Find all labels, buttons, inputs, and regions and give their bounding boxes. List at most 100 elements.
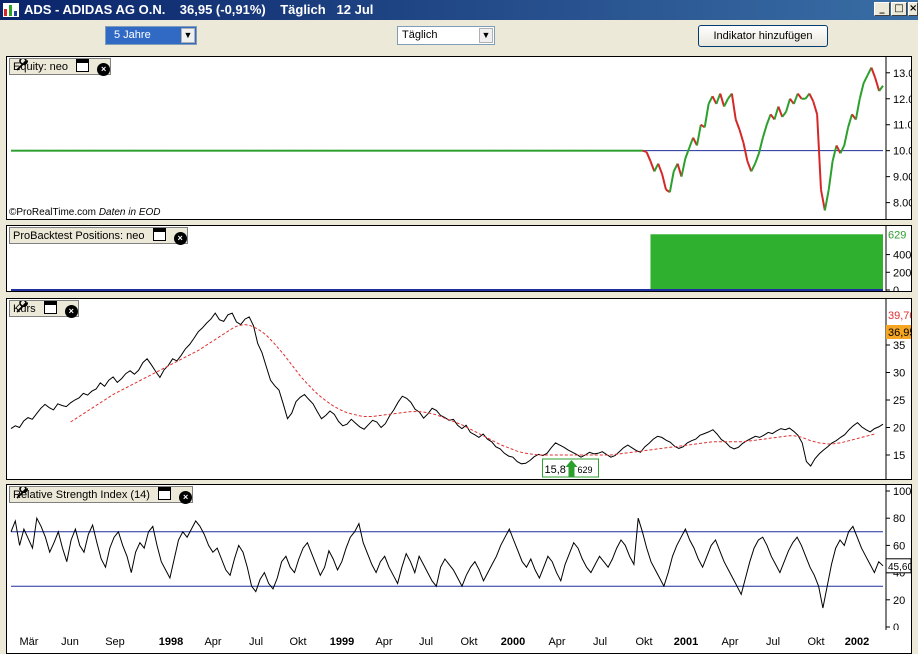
price-panel: 35 30 25 20 15 15,8 629 39,709 36,95 Kurs ×: [6, 298, 912, 480]
y-tick-label: 80: [893, 513, 905, 525]
equity-segment: [657, 163, 664, 175]
equity-segment: [734, 119, 741, 131]
equity-segment: [781, 111, 787, 118]
interval-select[interactable]: Täglich ▼: [397, 26, 495, 45]
equity-segment: [874, 77, 881, 92]
x-axis-label: Jun: [61, 636, 79, 648]
equity-segment: [761, 124, 768, 138]
equity-segment: [827, 160, 834, 190]
equity-segment: [661, 173, 667, 190]
equity-segment: [796, 92, 803, 100]
x-axis-label: Okt: [289, 636, 307, 648]
price-line: [10, 312, 884, 467]
y-tick-label: 0: [893, 285, 899, 291]
chevron-down-icon[interactable]: ▼: [181, 28, 195, 43]
equity-segment: [765, 113, 772, 126]
equity-segment: [703, 103, 710, 128]
moving-average-line: [70, 324, 875, 456]
x-axis-label: Okt: [807, 636, 825, 648]
minimize-button[interactable]: _: [874, 2, 890, 16]
price-chart: 35 30 25 20 15 15,8 629 39,709 36,95: [10, 299, 911, 479]
x-axis-label: Jul: [765, 636, 781, 648]
y-tick-label: 35: [893, 340, 905, 352]
rsi-panel: 10080604020045,604 Relative Strength Ind…: [6, 484, 912, 632]
chevron-down-icon[interactable]: ▼: [479, 28, 493, 43]
window-icon[interactable]: [43, 301, 57, 314]
x-axis-label: Jul: [248, 636, 264, 648]
y-tick-label: 12.000: [893, 94, 911, 106]
close-icon[interactable]: ×: [173, 232, 187, 245]
x-axis-label: Apr: [375, 636, 393, 648]
equity-segment: [820, 189, 826, 211]
equity-segment: [642, 149, 647, 153]
annotation-price: 15,8: [544, 464, 565, 476]
positions-panel-title: ProBacktest Positions: neo: [13, 230, 145, 242]
y-tick-label: 13.000: [893, 68, 911, 80]
equity-segment: [862, 74, 869, 84]
x-axis-label: Okt: [460, 636, 478, 648]
wrench-icon[interactable]: [15, 301, 28, 314]
add-indicator-button[interactable]: Indikator hinzufügen: [698, 25, 828, 47]
range-select[interactable]: 5 Jahre ▼: [105, 26, 197, 45]
close-icon[interactable]: ×: [97, 63, 111, 76]
equity-segment: [707, 95, 714, 105]
rsi-panel-header: Relative Strength Index (14) ×: [9, 486, 194, 504]
equity-segment: [870, 67, 877, 79]
equity-segment: [808, 93, 815, 102]
maximize-button[interactable]: □: [891, 2, 907, 16]
y-tick-label: 20: [893, 595, 905, 607]
x-axis-label: Jul: [418, 636, 434, 648]
x-axis-label: Jul: [592, 636, 608, 648]
equity-segment: [715, 93, 722, 105]
close-icon[interactable]: ×: [64, 305, 78, 318]
rsi-panel-title: Relative Strength Index (14): [13, 489, 150, 501]
wrench-icon[interactable]: [15, 487, 28, 500]
range-select-value: 5 Jahre: [114, 29, 151, 41]
close-icon[interactable]: ×: [179, 491, 193, 504]
equity-segment: [684, 147, 691, 159]
equity-segment: [773, 106, 780, 120]
equity-segment: [854, 98, 861, 120]
time-axis: Mär Jun Sep 1998 Apr Jul Okt 1999 Apr Jul Okt 2000 A…: [6, 630, 912, 654]
rsi-value-tag: 45,604: [888, 562, 911, 573]
equity-segment: [730, 93, 737, 120]
positions-panel: 400 200 0 629 ProBacktest Positions: neo ×: [6, 225, 912, 292]
x-axis-label: Apr: [548, 636, 566, 648]
y-tick-label: 8.000: [893, 198, 911, 210]
window-icon[interactable]: [152, 228, 166, 241]
rsi-chart: 10080604020045,604: [10, 485, 911, 631]
credit-note: Daten in EOD: [98, 207, 161, 218]
equity-segment: [839, 145, 846, 154]
equity-segment: [738, 129, 745, 144]
y-tick-label: 9.000: [893, 172, 911, 184]
y-tick-label: 60: [893, 540, 905, 552]
positions-panel-header: ProBacktest Positions: neo ×: [9, 227, 188, 245]
x-axis-label: 1998: [158, 636, 184, 648]
annotation-size: 629: [577, 465, 592, 475]
equity-segment: [746, 160, 753, 172]
position-value-tag: 629: [888, 229, 906, 241]
window-icon[interactable]: [158, 487, 172, 500]
y-tick-label: 100: [893, 486, 911, 498]
position-bar: [650, 234, 883, 290]
close-window-button[interactable]: ×: [908, 2, 918, 16]
equity-segment: [723, 98, 729, 107]
price-panel-header: Kurs ×: [9, 300, 79, 318]
x-axis-label: Apr: [721, 636, 739, 648]
equity-segment: [878, 85, 884, 92]
ma-value-tag: 39,709: [888, 310, 911, 322]
wrench-icon[interactable]: [15, 59, 28, 72]
equity-segment: [742, 142, 749, 162]
y-tick-label: 400: [893, 250, 911, 262]
y-tick-label: 15: [893, 450, 905, 462]
equity-segment: [858, 82, 865, 99]
y-tick-label: 30: [893, 368, 905, 380]
window-icon[interactable]: [76, 59, 90, 72]
y-tick-label: 11.000: [893, 120, 911, 132]
x-axis-label: 1999: [329, 636, 355, 648]
equity-segment: [847, 114, 853, 128]
value-tag: 36,95: [888, 327, 911, 339]
credit-site: ©ProRealTime.com: [9, 207, 97, 218]
x-axis-label: Mär: [19, 636, 39, 648]
equity-segment: [754, 152, 760, 165]
